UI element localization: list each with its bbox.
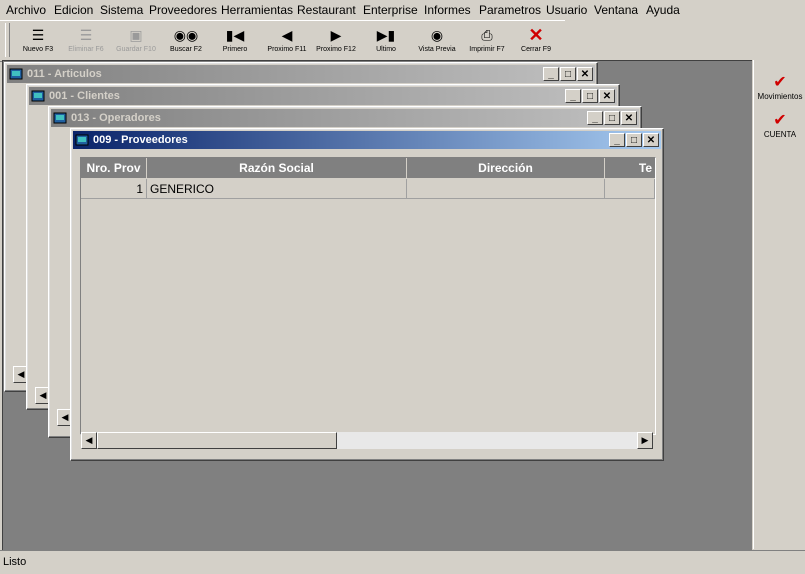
app-icon: [75, 134, 89, 146]
window-close-button[interactable]: ✕: [577, 67, 593, 81]
checkmark-icon: ✔: [773, 74, 787, 91]
toolbar: ☰ Nuevo F3 ☰ Eliminar F6 ▣ Guardar F10 ◉…: [0, 20, 565, 62]
new-icon: ☰: [31, 27, 45, 43]
prev-icon: ◀: [281, 27, 293, 43]
delete-icon: ☰: [79, 27, 93, 43]
menu-archivo[interactable]: Archivo: [6, 3, 46, 17]
first-button[interactable]: ▮◀ Primero: [209, 23, 261, 59]
next-icon: ▶: [330, 27, 342, 43]
printer-icon: ⎙: [481, 27, 493, 43]
menu-ayuda[interactable]: Ayuda: [646, 3, 680, 17]
table-cell[interactable]: 1: [81, 179, 147, 199]
horizontal-scrollbar[interactable]: ◀ ▶: [81, 432, 653, 449]
new-button[interactable]: ☰ Nuevo F3: [12, 23, 64, 59]
proveedores-grid[interactable]: Nro. Prov Razón Social Dirección Te 1 GE…: [80, 157, 656, 435]
minimize-button[interactable]: _: [565, 89, 581, 103]
table-cell[interactable]: [407, 179, 605, 199]
save-icon: ▣: [129, 27, 143, 43]
menu-restaurant[interactable]: Restaurant: [297, 3, 356, 17]
preview-icon: ◉: [430, 27, 444, 43]
preview-button[interactable]: ◉ Vista Previa: [411, 23, 463, 59]
app-icon: [53, 112, 67, 124]
last-button[interactable]: ▶▮ Ultimo: [360, 23, 412, 59]
menu-informes[interactable]: Informes: [424, 3, 471, 17]
movimientos-button[interactable]: ✔ Movimientos: [754, 74, 805, 101]
status-text: Listo: [3, 556, 27, 568]
first-icon: ▮◀: [225, 27, 245, 43]
menu-bar: Archivo Edicion Sistema Proveedores Herr…: [0, 0, 805, 20]
window-close-button[interactable]: ✕: [621, 111, 637, 125]
right-panel: ✔ Movimientos ✔ CUENTA: [753, 60, 805, 549]
prev-button[interactable]: ◀ Proximo F11: [261, 23, 313, 59]
menu-parametros[interactable]: Parametros: [479, 3, 541, 17]
table-cell[interactable]: [605, 179, 655, 199]
minimize-button[interactable]: _: [587, 111, 603, 125]
column-header[interactable]: Razón Social: [147, 158, 407, 178]
minimize-button[interactable]: _: [543, 67, 559, 81]
menu-edicion[interactable]: Edicion: [54, 3, 93, 17]
maximize-button[interactable]: □: [604, 111, 620, 125]
status-bar: Listo: [0, 550, 805, 574]
menu-proveedores[interactable]: Proveedores: [149, 3, 217, 17]
scroll-thumb[interactable]: [97, 432, 337, 449]
column-header[interactable]: Te: [605, 158, 655, 178]
column-header[interactable]: Nro. Prov: [81, 158, 147, 178]
binoculars-icon: ◉◉: [173, 27, 199, 43]
maximize-button[interactable]: □: [560, 67, 576, 81]
menu-enterprise[interactable]: Enterprise: [363, 3, 418, 17]
scroll-right-button[interactable]: ▶: [637, 432, 653, 449]
print-button[interactable]: ⎙ Imprimir F7: [461, 23, 513, 59]
window-close-button[interactable]: ✕: [599, 89, 615, 103]
scroll-left-button[interactable]: ◀: [81, 432, 97, 449]
window-close-button[interactable]: ✕: [643, 133, 659, 147]
titlebar-clientes[interactable]: 001 - Clientes _ □ ✕: [29, 87, 617, 105]
toolbar-grip[interactable]: [5, 23, 10, 57]
menu-usuario[interactable]: Usuario: [546, 3, 587, 17]
table-cell[interactable]: GENERICO: [147, 179, 407, 199]
search-button[interactable]: ◉◉ Buscar F2: [160, 23, 212, 59]
last-icon: ▶▮: [376, 27, 396, 43]
close-x-icon: ✕: [528, 25, 544, 45]
titlebar-proveedores[interactable]: 009 - Proveedores _ □ ✕: [73, 131, 661, 149]
titlebar-operadores[interactable]: 013 - Operadores _ □ ✕: [51, 109, 639, 127]
save-button[interactable]: ▣ Guardar F10: [110, 23, 162, 59]
menu-herramientas[interactable]: Herramientas: [221, 3, 293, 17]
cuenta-button[interactable]: ✔ CUENTA: [754, 112, 805, 139]
app-icon: [9, 68, 23, 80]
app-icon: [31, 90, 45, 102]
maximize-button[interactable]: □: [626, 133, 642, 147]
titlebar-articulos[interactable]: 011 - Articulos _ □ ✕: [7, 65, 595, 83]
delete-button[interactable]: ☰ Eliminar F6: [60, 23, 112, 59]
menu-sistema[interactable]: Sistema: [100, 3, 143, 17]
checkmark-icon: ✔: [773, 112, 787, 129]
column-header[interactable]: Dirección: [407, 158, 605, 178]
maximize-button[interactable]: □: [582, 89, 598, 103]
next-button[interactable]: ▶ Proximo F12: [310, 23, 362, 59]
minimize-button[interactable]: _: [609, 133, 625, 147]
menu-ventana[interactable]: Ventana: [594, 3, 638, 17]
close-button[interactable]: ✕ Cerrar F9: [510, 23, 562, 59]
